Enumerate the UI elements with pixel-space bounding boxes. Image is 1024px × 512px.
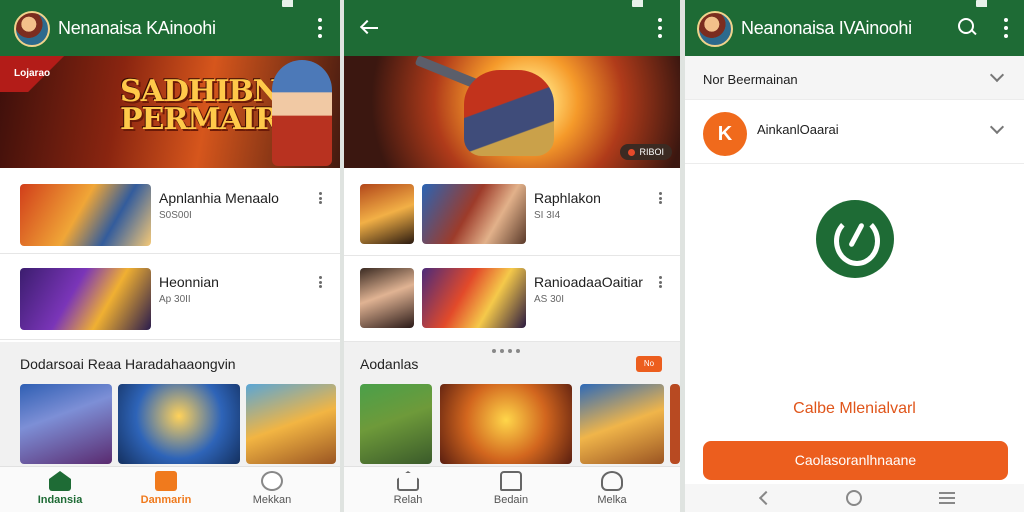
list-item[interactable]: Apnlanhia Menaalo S0S00I bbox=[0, 172, 340, 254]
status-bar bbox=[976, 0, 994, 7]
game-thumbnail bbox=[20, 268, 151, 330]
list-item[interactable]: RanioadaaOaitiar AS 30I bbox=[344, 258, 680, 342]
phone-screen-detail: RIBOI Raphlakon SI 3I4 RanioadaaOaitiar … bbox=[344, 0, 680, 512]
item-more-icon[interactable] bbox=[656, 276, 664, 288]
dropdown-label: Nor Beermainan bbox=[703, 72, 798, 87]
store-icon bbox=[155, 471, 177, 491]
game-title: Raphlakon bbox=[534, 190, 601, 206]
game-tile-partial[interactable] bbox=[670, 384, 680, 464]
bottom-navigation: Relah Bedain Melka bbox=[344, 466, 680, 512]
phone-screen-account: Neanonaisa IVAinoohi Nor Beermainan K Ai… bbox=[685, 0, 1024, 512]
phone-screen-home: Nenanaisa KAinoohi Lojarao SADHIBN PERMA… bbox=[0, 0, 340, 512]
game-meta: AS 30I bbox=[534, 294, 565, 305]
app-bar: Neanonaisa IVAinoohi bbox=[685, 0, 1024, 56]
featured-banner[interactable]: Lojarao SADHIBN PERMAIRAN bbox=[0, 56, 340, 168]
nav-item-bag[interactable]: Bedain bbox=[471, 471, 551, 506]
pill-label: RIBOI bbox=[639, 147, 664, 157]
game-meta: Ap 30II bbox=[159, 294, 191, 305]
banner-live-pill[interactable]: RIBOI bbox=[620, 144, 672, 160]
cta-message: Calbe Mlenialvarl bbox=[793, 400, 916, 417]
home-outline-icon bbox=[397, 471, 419, 491]
game-meta: SI 3I4 bbox=[534, 210, 561, 221]
account-name: AinkanlOaarai bbox=[757, 122, 839, 137]
game-thumbnail bbox=[422, 184, 526, 244]
search-icon[interactable] bbox=[958, 18, 976, 36]
banner-character-image bbox=[464, 70, 554, 156]
game-tile[interactable] bbox=[360, 384, 432, 464]
status-bar bbox=[632, 0, 650, 7]
brand-logo-icon bbox=[816, 200, 894, 278]
banner-character-image bbox=[272, 60, 332, 166]
ranking-icon bbox=[261, 471, 283, 491]
nav-label: Indansia bbox=[37, 494, 83, 506]
chevron-down-icon bbox=[989, 67, 1005, 83]
nav-label: Relah bbox=[393, 494, 423, 506]
app-bar bbox=[344, 0, 680, 56]
game-icon-thumbnail bbox=[360, 268, 414, 328]
new-badge: No bbox=[636, 356, 662, 372]
game-thumbnail bbox=[422, 268, 526, 328]
system-back-icon[interactable] bbox=[758, 490, 774, 506]
more-options-icon[interactable] bbox=[1002, 18, 1010, 38]
nav-label: Bedain bbox=[493, 494, 529, 506]
game-title: Apnlanhia Menaalo bbox=[159, 190, 279, 206]
game-tile[interactable] bbox=[580, 384, 664, 464]
user-outline-icon bbox=[601, 471, 623, 491]
battery-icon bbox=[282, 0, 300, 7]
app-logo-avatar[interactable] bbox=[14, 11, 50, 47]
game-icon-thumbnail bbox=[360, 184, 414, 244]
nav-label: Mekkan bbox=[252, 494, 292, 506]
list-item[interactable]: Heonnian Ap 30II bbox=[0, 256, 340, 340]
dropdown-row[interactable]: Nor Beermainan bbox=[685, 56, 1024, 100]
app-bar: Nenanaisa KAinoohi bbox=[0, 0, 340, 56]
game-tile[interactable] bbox=[246, 384, 336, 464]
game-thumbnail bbox=[20, 184, 151, 246]
featured-banner[interactable]: RIBOI bbox=[344, 56, 680, 168]
nav-item-home[interactable]: Relah bbox=[368, 471, 448, 506]
banner-tag: Lojarao bbox=[14, 68, 51, 79]
system-navigation-bar bbox=[685, 484, 1024, 512]
app-title: Nenanaisa KAinoohi bbox=[58, 18, 216, 38]
more-options-icon[interactable] bbox=[656, 18, 664, 38]
item-more-icon[interactable] bbox=[316, 192, 324, 204]
home-icon bbox=[49, 471, 71, 491]
primary-action-button[interactable]: Caolasoranlhnaane bbox=[703, 441, 1008, 480]
game-tile[interactable] bbox=[440, 384, 572, 464]
app-title: Neanonaisa IVAinoohi bbox=[741, 18, 912, 38]
account-avatar-icon: K bbox=[703, 112, 747, 156]
chevron-down-icon bbox=[989, 119, 1005, 135]
nav-label: Danmarin bbox=[140, 494, 192, 506]
nav-item-profile[interactable]: Melka bbox=[572, 471, 652, 506]
nav-item-rank[interactable]: Mekkan bbox=[232, 471, 312, 506]
bag-outline-icon bbox=[500, 471, 522, 491]
bottom-navigation: Indansia Danmarin Mekkan bbox=[0, 466, 340, 512]
account-row[interactable]: K AinkanlOaarai bbox=[685, 100, 1024, 164]
app-logo-avatar[interactable] bbox=[697, 11, 733, 47]
nav-item-store[interactable]: Danmarin bbox=[126, 471, 206, 506]
system-home-icon[interactable] bbox=[846, 490, 862, 506]
section-title: Aodanlas bbox=[360, 356, 419, 372]
game-tile[interactable] bbox=[20, 384, 112, 464]
game-title: Heonnian bbox=[159, 274, 219, 290]
system-recents-icon[interactable] bbox=[939, 492, 955, 504]
status-bar bbox=[282, 0, 300, 7]
game-meta: S0S00I bbox=[159, 210, 192, 221]
section-title: Dodarsoai Reaa Haradahaaongvin bbox=[20, 356, 236, 372]
battery-icon bbox=[976, 0, 994, 7]
screens-container: Nenanaisa KAinoohi Lojarao SADHIBN PERMA… bbox=[0, 0, 1024, 512]
nav-item-home[interactable]: Indansia bbox=[20, 471, 100, 506]
live-dot-icon bbox=[628, 148, 636, 156]
game-title: RanioadaaOaitiar bbox=[534, 274, 643, 290]
game-tile[interactable] bbox=[118, 384, 240, 464]
page-indicator bbox=[492, 349, 520, 353]
item-more-icon[interactable] bbox=[316, 276, 324, 288]
list-item[interactable]: Raphlakon SI 3I4 bbox=[344, 172, 680, 256]
back-arrow-icon[interactable] bbox=[360, 20, 378, 36]
more-options-icon[interactable] bbox=[316, 18, 324, 38]
nav-label: Melka bbox=[597, 494, 627, 506]
item-more-icon[interactable] bbox=[656, 192, 664, 204]
battery-icon bbox=[632, 0, 650, 7]
